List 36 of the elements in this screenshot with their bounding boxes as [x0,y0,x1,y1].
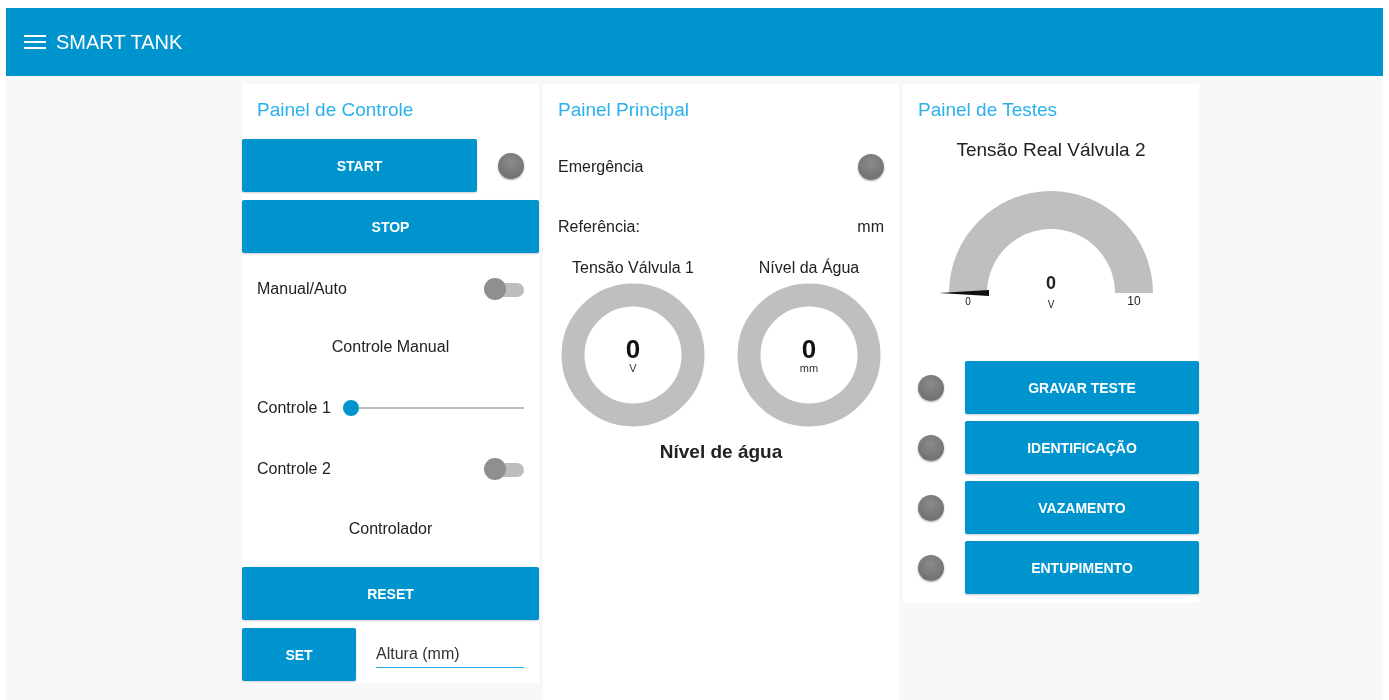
toggle-switch[interactable] [484,458,524,480]
gauge-label: Nível da Água [758,259,860,277]
test-button[interactable]: IDENTIFICAÇÃO [965,421,1199,474]
indicator-label: Emergência [558,158,644,176]
gauge-value: 0 [801,336,817,362]
gauge-min: 0 [965,296,971,307]
section-label: Controlador [348,520,433,538]
gauge-caption: Nível de água [659,441,783,463]
gauge-value: 0 [1046,273,1056,294]
reset-button[interactable]: RESET [242,567,539,620]
reference-label: Referência: [558,218,640,236]
section-label: Controle Manual [331,338,450,356]
gauge-max: 10 [1127,294,1141,308]
gauge-unit: mm [799,362,819,374]
slider-label: Controle 1 [257,399,331,417]
menu-icon[interactable] [24,34,46,50]
stop-button[interactable]: STOP [242,200,539,253]
app-title: SMART TANK [56,30,183,54]
card-title: Painel de Controle [256,98,415,122]
start-button[interactable]: START [242,139,477,192]
gauge-value: 0 [625,336,641,362]
gauge-title: Tensão Real Válvula 2 [956,139,1146,161]
set-button[interactable]: SET [242,628,356,681]
reference-value: mm [857,218,884,236]
gauge-unit: V [1047,299,1055,310]
gauge-label: Tensão Válvula 1 [572,259,694,277]
test-button[interactable]: GRAVAR TESTE [965,361,1199,414]
card-title: Painel de Testes [917,98,1059,122]
toggle-label: Controle 2 [257,460,331,478]
toggle-label: Manual/Auto [257,280,347,298]
gauge-unit: V [629,362,637,374]
test-button[interactable]: ENTUPIMENTO [965,541,1199,594]
toggle-switch[interactable] [484,278,524,300]
test-button[interactable]: VAZAMENTO [965,481,1199,534]
slider-thumb[interactable] [342,400,359,416]
card-title: Painel Principal [557,98,690,122]
